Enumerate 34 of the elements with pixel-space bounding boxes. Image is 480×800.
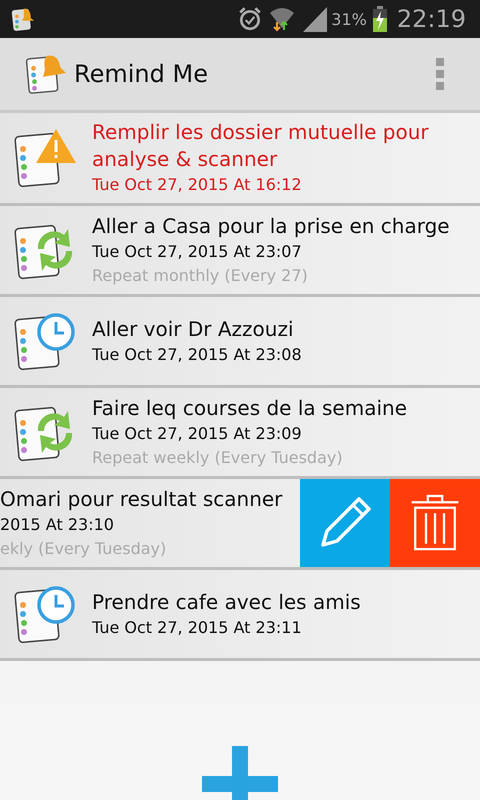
reminder-date: Tue Oct 27, 2015 At 23:08 [92, 344, 303, 366]
app-notification-icon [10, 6, 36, 32]
reminder-row[interactable]: Aller a Casa pour la prise en charge Tue Oct 27, 2015 At 23:07 Repeat monthly (Every 27) [0, 206, 480, 297]
alarm-icon [237, 6, 264, 32]
overflow-menu-icon[interactable] [436, 58, 444, 90]
reminder-date: Tue Oct 27, 2015 At 23:11 [92, 616, 303, 638]
signal-icon [301, 5, 330, 33]
reminder-title: Aller voir Dr Azzouzi [92, 316, 295, 342]
reminder-title: Faire leq courses de la semaine [92, 394, 408, 422]
reminder-title: Remplir les dossier mutuelle pour analyse & scanner [92, 119, 430, 173]
reminder-title: Aller a Casa pour la prise en charge [92, 212, 451, 240]
battery-percentage: 31% [331, 10, 367, 28]
reminder-row[interactable]: Omari pour resultat scanner 2015 At 23:10 ekly (Every Tuesday) [0, 479, 480, 570]
battery-charging-icon [372, 6, 387, 32]
add-icon[interactable] [202, 746, 278, 800]
reminder-title: Omari pour resultat scanner [0, 486, 284, 512]
edit-button[interactable] [300, 479, 390, 567]
reminder-date: 2015 At 23:10 [0, 514, 115, 536]
reminder-date: Tue Oct 27, 2015 At 23:09 [92, 422, 303, 444]
list-warning-icon [14, 127, 76, 189]
repeat-info: ekly (Every Tuesday) [0, 538, 168, 560]
clock-time: 22:19 [396, 5, 466, 33]
reminder-row[interactable]: Prendre cafe avec les amis Tue Oct 27, 2015 At 23:11 [0, 570, 480, 661]
repeat-info: Repeat weekly (Every Tuesday) [92, 446, 344, 468]
wifi-icon [269, 6, 296, 32]
reminder-row[interactable]: Aller voir Dr Azzouzi Tue Oct 27, 2015 At 23:08 [0, 297, 480, 388]
reminder-date: Tue Oct 27, 2015 At 16:12 [92, 174, 303, 196]
delete-button[interactable] [390, 479, 480, 567]
reminder-title: Prendre cafe avec les amis [92, 588, 362, 616]
app-title: Remind Me [74, 60, 209, 88]
reminder-row[interactable]: Remplir les dossier mutuelle pour analyse & scanner Tue Oct 27, 2015 At 16:12 [0, 113, 480, 206]
repeat-info: Repeat monthly (Every 27) [92, 264, 309, 286]
reminder-row[interactable]: Faire leq courses de la semaine Tue Oct 27, 2015 At 23:09 Repeat weekly (Every Tuesday) [0, 388, 480, 479]
reminder-date: Tue Oct 27, 2015 At 23:07 [92, 240, 303, 262]
